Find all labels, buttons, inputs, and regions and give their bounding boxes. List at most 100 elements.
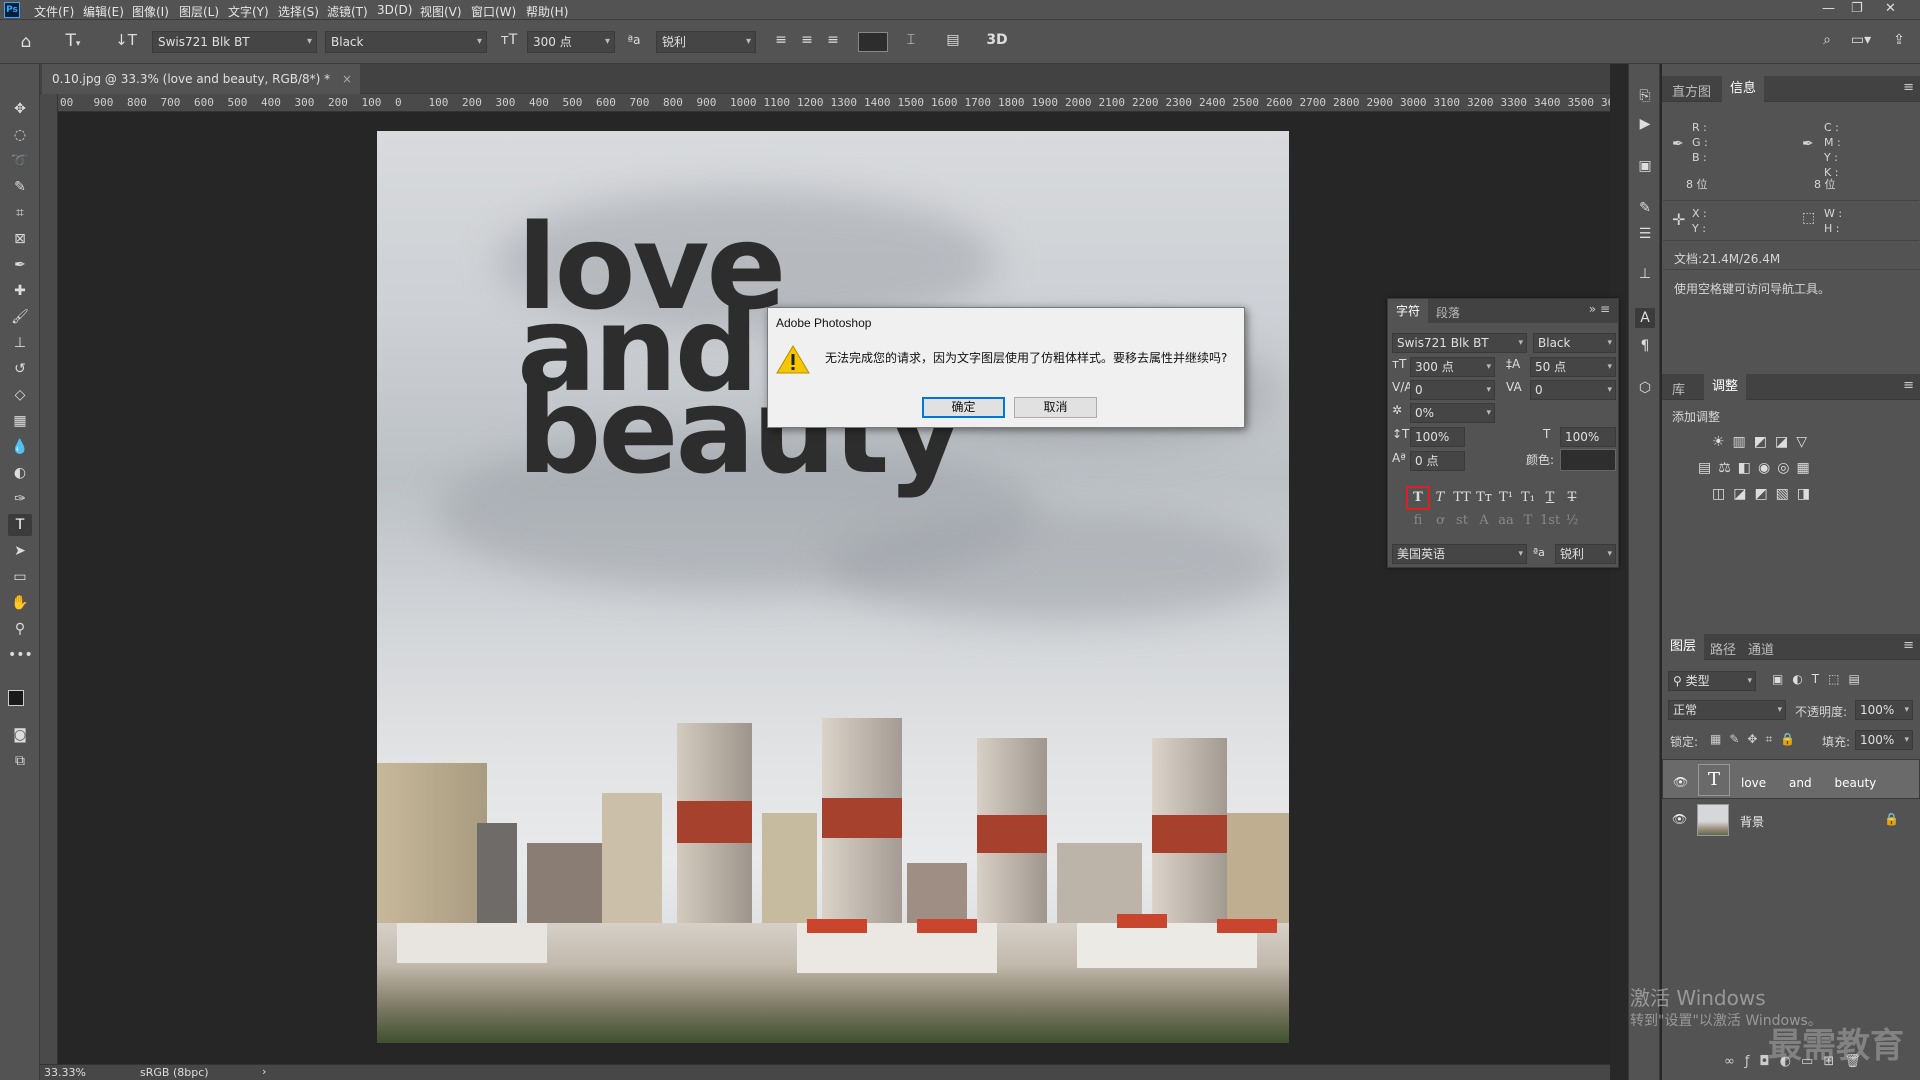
menu-window[interactable]: 窗口(W) <box>471 3 516 20</box>
tab-character[interactable]: 字符 <box>1388 299 1429 323</box>
hand-tool-icon[interactable]: ✋ <box>8 592 32 614</box>
cp-color-swatch[interactable] <box>1560 449 1616 471</box>
align-left-icon[interactable]: ≡ <box>770 32 792 48</box>
cp-horizontal-scale-input[interactable]: 100% <box>1560 427 1616 447</box>
align-center-icon[interactable]: ≡ <box>796 32 818 48</box>
adjustment-icons-row-3[interactable]: ◫◪◩▧◨ <box>1712 486 1818 502</box>
menu-select[interactable]: 选择(S) <box>278 3 319 20</box>
tab-paths[interactable]: 路径 <box>1710 639 1736 658</box>
healing-brush-tool-icon[interactable]: ✚ <box>8 280 32 302</box>
subscript-button[interactable]: T₁ <box>1518 488 1538 508</box>
ordinals-button[interactable]: 1st <box>1540 511 1560 531</box>
actions-panel-icon[interactable]: ▶ <box>1635 114 1655 134</box>
document-canvas[interactable]: love and beauty <box>377 131 1289 1043</box>
all-caps-button[interactable]: TT <box>1452 488 1472 508</box>
fractions-button[interactable]: ½ <box>1562 511 1582 531</box>
quick-select-tool-icon[interactable]: ✎ <box>8 176 32 198</box>
ok-button[interactable]: 确定 <box>922 397 1005 418</box>
titling-alt-button[interactable]: T <box>1518 511 1538 531</box>
quick-mask-icon[interactable]: ◙ <box>8 724 32 746</box>
cancel-button[interactable]: 取消 <box>1014 397 1097 418</box>
eyedropper-tool-icon[interactable]: ✒ <box>8 254 32 276</box>
strikethrough-button[interactable]: T <box>1562 488 1582 508</box>
fill-input[interactable]: 100% ▾ <box>1855 730 1913 750</box>
cp-leading-select[interactable]: 50 点 ▾ <box>1530 357 1616 377</box>
cp-font-family-select[interactable]: Swis721 Blk BT ▾ <box>1392 333 1527 353</box>
visibility-eye-icon[interactable]: 👁 <box>1673 772 1688 792</box>
path-select-tool-icon[interactable]: ➤ <box>8 540 32 562</box>
brush-settings-icon[interactable]: ✎ <box>1635 198 1655 218</box>
toggle-text-orientation-icon[interactable]: ↓T <box>115 31 137 49</box>
align-right-icon[interactable]: ≡ <box>822 32 844 48</box>
superscript-button[interactable]: T¹ <box>1496 488 1516 508</box>
cp-baseline-shift-input[interactable]: 0 点 <box>1410 451 1465 471</box>
discretionary-ligature-button[interactable]: st <box>1452 511 1472 531</box>
status-menu-arrow[interactable]: › <box>262 1065 266 1078</box>
tab-libraries[interactable]: 库 <box>1672 379 1685 398</box>
more-tools-icon[interactable]: ••• <box>8 644 33 666</box>
menu-filter[interactable]: 滤镜(T) <box>327 3 368 20</box>
move-tool-icon[interactable]: ✥ <box>8 98 32 120</box>
character-panel-icon[interactable]: A <box>1635 308 1655 328</box>
panel-menu-icon[interactable]: ≡ <box>1903 378 1914 393</box>
document-tab[interactable]: 0.10.jpg @ 33.3% (love and beauty, RGB/8… <box>42 64 360 94</box>
workspace-icon[interactable]: ▭▾ <box>1846 32 1876 48</box>
cp-tracking-select[interactable]: 0 ▾ <box>1530 380 1616 400</box>
ligature-button[interactable]: fi <box>1408 511 1428 531</box>
3d-button[interactable]: 3D <box>984 32 1010 48</box>
home-icon[interactable]: ⌂ <box>16 32 36 52</box>
screen-mode-icon[interactable]: ⧉ <box>8 750 32 772</box>
faux-italic-button[interactable]: T <box>1430 488 1450 508</box>
opacity-input[interactable]: 100% ▾ <box>1855 700 1913 720</box>
blend-mode-select[interactable]: 正常 ▾ <box>1668 700 1786 720</box>
tab-adjustments[interactable]: 调整 <box>1704 374 1747 400</box>
swash-button[interactable]: A <box>1474 511 1494 531</box>
tab-close-icon[interactable]: × <box>342 64 352 94</box>
foreground-color-swatch[interactable] <box>8 690 24 706</box>
close-icon[interactable]: ✕ <box>1885 1 1896 16</box>
character-panel-toggle-icon[interactable]: ▤ <box>942 32 964 48</box>
minimize-icon[interactable]: — <box>1822 1 1835 16</box>
type-tool-preset-icon[interactable]: T▾ <box>62 31 84 51</box>
properties-panel-icon[interactable]: ▣ <box>1635 156 1655 176</box>
clone-stamp-tool-icon[interactable]: ⊥ <box>8 332 32 354</box>
tab-paragraph[interactable]: 段落 <box>1436 304 1460 321</box>
menu-help[interactable]: 帮助(H) <box>526 3 568 20</box>
menu-view[interactable]: 视图(V) <box>420 3 462 20</box>
tab-info[interactable]: 信息 <box>1722 76 1765 102</box>
menu-image[interactable]: 图像(I) <box>132 3 169 20</box>
gradient-tool-icon[interactable]: ▦ <box>8 410 32 432</box>
language-select[interactable]: 美国英语 ▾ <box>1392 544 1527 564</box>
adjustment-icons-row-2[interactable]: ▤⚖◧◉◎▦ <box>1698 460 1817 476</box>
rectangle-tool-icon[interactable]: ▭ <box>8 566 32 588</box>
cp-vertical-scale-input[interactable]: 100% <box>1410 427 1465 447</box>
eraser-tool-icon[interactable]: ◇ <box>8 384 32 406</box>
panel-menu-icon[interactable]: » ≡ <box>1589 302 1610 316</box>
layer-row-background[interactable]: 👁 背景 🔒 <box>1662 800 1920 840</box>
alt-ligature-button[interactable]: ơ <box>1430 511 1450 531</box>
text-color-swatch[interactable] <box>858 32 888 52</box>
panel-menu-icon[interactable]: ≡ <box>1903 80 1914 95</box>
lock-icons[interactable]: ▦✎✥⌗🔒 <box>1710 732 1803 747</box>
menu-layer[interactable]: 图层(L) <box>179 3 219 20</box>
history-panel-icon[interactable]: ⎘ <box>1635 86 1655 106</box>
menu-file[interactable]: 文件(F) <box>34 3 74 20</box>
layer-name[interactable]: love and beauty <box>1741 773 1876 793</box>
cp-kerning-select[interactable]: 0 ▾ <box>1410 380 1495 400</box>
tab-layers[interactable]: 图层 <box>1662 634 1705 660</box>
font-family-select[interactable]: Swis721 Blk BT ▾ <box>152 31 317 53</box>
blur-tool-icon[interactable]: 💧 <box>8 436 32 458</box>
marquee-tool-icon[interactable]: ◌ <box>8 124 32 146</box>
tab-channels[interactable]: 通道 <box>1748 639 1774 658</box>
small-caps-button[interactable]: Tт <box>1474 488 1494 508</box>
layer-filter-select[interactable]: ⚲ 类型 ▾ <box>1668 671 1756 691</box>
cp-font-style-select[interactable]: Black ▾ <box>1533 333 1616 353</box>
adjustment-icons-row-1[interactable]: ☀▥◩◪▽ <box>1712 434 1815 450</box>
menu-3d[interactable]: 3D(D) <box>377 3 412 17</box>
3d-panel-icon[interactable]: ⬡ <box>1635 378 1655 398</box>
menu-type[interactable]: 文字(Y) <box>228 3 269 20</box>
adjust-sliders-icon[interactable]: ☰ <box>1635 224 1655 244</box>
tab-histogram[interactable]: 直方图 <box>1672 81 1711 100</box>
cp-anti-alias-select[interactable]: 锐利 ▾ <box>1555 544 1616 564</box>
restore-icon[interactable]: ❐ <box>1851 1 1863 16</box>
